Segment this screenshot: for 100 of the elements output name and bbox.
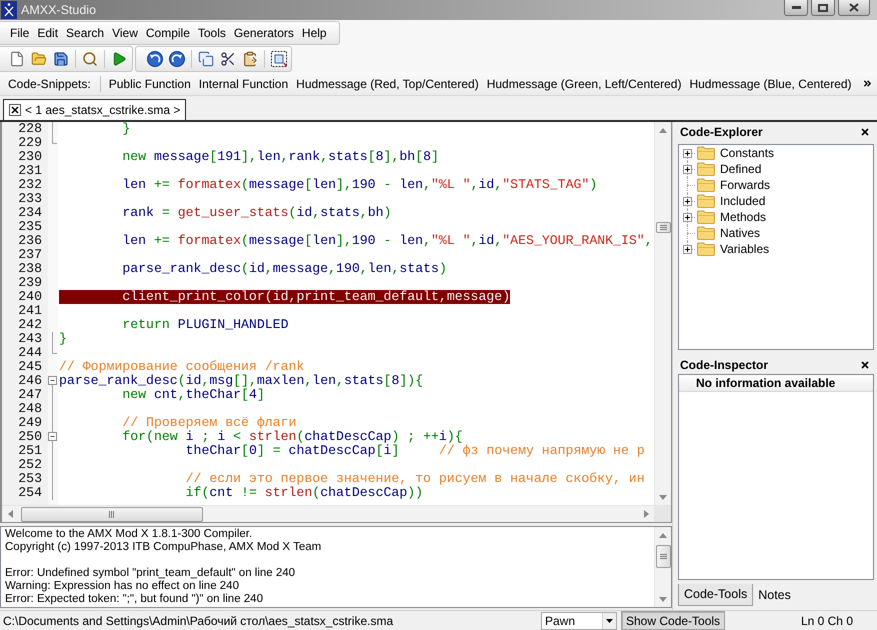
grip-icon	[660, 224, 666, 230]
menu-item[interactable]: Tools	[194, 24, 230, 42]
tree-item[interactable]: Included	[720, 192, 766, 210]
line-number: 233	[18, 192, 42, 206]
vertical-scrollbar[interactable]	[654, 122, 671, 505]
redo-icon[interactable]	[169, 50, 185, 66]
snippet-button[interactable]: Hudmessage (Blue, Centered)	[685, 74, 856, 92]
scrollbar-thumb[interactable]	[656, 545, 670, 568]
panel-tab[interactable]: Code-Tools	[678, 584, 754, 606]
menu-item[interactable]: Help	[298, 24, 331, 42]
scroll-left-icon[interactable]	[6, 509, 14, 519]
close-icon[interactable]	[860, 360, 870, 370]
grip-icon	[109, 510, 115, 518]
line-number: 242	[18, 318, 42, 332]
output-line: Welcome to the AMX Mod X 1.8.1-300 Compiler.	[5, 528, 252, 541]
tree-item[interactable]: Constants	[720, 144, 774, 162]
menu-item[interactable]: View	[108, 24, 142, 42]
line-number: 248	[18, 402, 42, 416]
save-icon[interactable]	[53, 50, 69, 66]
window-title: AMXX-Studio	[21, 2, 96, 19]
scroll-right-icon[interactable]	[642, 509, 650, 519]
line-number: 231	[18, 164, 42, 178]
output-line: Warning: Expression has no effect on line 240	[5, 580, 239, 593]
tree-item[interactable]: Variables	[720, 240, 770, 258]
output-line: Copyright (c) 1997-2013 ITB CompuPhase, AMX Mod X Team	[5, 541, 322, 554]
select-all-icon[interactable]	[271, 50, 287, 66]
snippet-button[interactable]: Hudmessage (Red, Top/Centered)	[292, 74, 483, 92]
chevrons-right-icon[interactable]	[862, 78, 873, 89]
maximize-button[interactable]	[811, 0, 835, 16]
expand-icon[interactable]	[683, 244, 692, 254]
language-select[interactable]: Pawn	[541, 612, 617, 630]
tree-item[interactable]: Methods	[720, 208, 766, 226]
line-number: 240	[18, 290, 42, 304]
show-code-tools-button[interactable]: Show Code-Tools	[621, 611, 726, 630]
maximize-icon	[818, 4, 828, 12]
code-line: len += formatex(message[len],190 - len,"%L ",id,"STATS_TAG")	[122, 178, 598, 192]
expand-icon[interactable]	[683, 148, 692, 158]
code-editor[interactable]	[0, 122, 672, 523]
copy-icon[interactable]	[198, 50, 214, 66]
folder-icon	[697, 210, 715, 224]
dropdown-arrow-icon	[606, 618, 613, 622]
code-line: client_print_color(id,print_team_default,message)	[122, 290, 510, 304]
tree-item[interactable]: Defined	[720, 160, 762, 178]
line-number: 235	[18, 220, 42, 234]
tree-item[interactable]: Natives	[720, 224, 760, 242]
code-line: new cnt,theChar[4]	[122, 388, 265, 402]
close-icon[interactable]	[9, 104, 21, 116]
folder-icon	[697, 226, 715, 240]
scroll-up-icon[interactable]	[658, 126, 668, 134]
scrollbar-thumb[interactable]	[21, 506, 203, 522]
line-number: 253	[18, 472, 42, 486]
scroll-down-icon[interactable]	[658, 596, 668, 602]
line-number: 249	[18, 416, 42, 430]
panel-tab[interactable]: Notes	[753, 584, 796, 606]
toolbar-label: Code-Snippets:	[8, 76, 91, 92]
expand-icon[interactable]	[683, 212, 692, 222]
menu-item[interactable]: Search	[62, 24, 108, 42]
snippet-button[interactable]: Internal Function	[194, 74, 292, 92]
code-line: }	[122, 122, 130, 136]
fold-corner	[52, 346, 57, 354]
line-number: 243	[18, 332, 42, 346]
play-icon[interactable]	[111, 50, 127, 66]
new-file-icon[interactable]	[9, 50, 25, 66]
code-line: }	[59, 332, 67, 346]
close-button[interactable]	[838, 0, 870, 16]
tree-item[interactable]: Forwards	[720, 176, 770, 194]
editor-tab[interactable]: < 1 aes_statsx_cstrike.sma >	[3, 99, 186, 120]
line-number: 250	[18, 430, 42, 444]
line-number: 230	[18, 150, 42, 164]
snippet-button[interactable]: Public Function	[104, 74, 195, 92]
close-icon[interactable]	[860, 127, 870, 137]
collapse-icon[interactable]	[48, 376, 57, 385]
expand-icon[interactable]	[683, 164, 692, 174]
search-icon[interactable]	[82, 50, 98, 66]
line-number: 247	[18, 388, 42, 402]
code-line: return PLUGIN_HANDLED	[122, 318, 289, 332]
undo-icon[interactable]	[147, 50, 163, 66]
code-line: rank = get_user_stats(id,stats,bh)	[122, 206, 392, 220]
cut-icon[interactable]	[220, 50, 236, 66]
code-line: new message[191],len,rank,stats[8],bh[8]	[122, 150, 439, 164]
menu-item[interactable]: Edit	[33, 24, 62, 42]
minimize-button[interactable]	[784, 0, 808, 16]
open-folder-icon[interactable]	[31, 50, 47, 66]
scroll-up-icon[interactable]	[658, 532, 668, 538]
folder-icon	[697, 146, 715, 160]
scroll-down-icon[interactable]	[658, 494, 668, 500]
line-number: 229	[18, 136, 42, 150]
line-number: 251	[18, 444, 42, 458]
menu-item[interactable]: Generators	[230, 24, 298, 42]
expand-icon[interactable]	[683, 196, 692, 206]
folder-icon	[697, 178, 715, 192]
menu-item[interactable]: Compile	[142, 24, 194, 42]
collapse-icon[interactable]	[48, 432, 57, 441]
snippet-button[interactable]: Hudmessage (Green, Left/Centered)	[482, 74, 686, 92]
menu-item[interactable]: File	[6, 24, 34, 42]
vertical-scrollbar[interactable]	[654, 527, 671, 607]
paste-icon[interactable]	[242, 50, 258, 66]
output-line: Error: Expected token: ";", but found ")" on line 240	[5, 593, 263, 606]
scrollbar-thumb[interactable]	[656, 222, 670, 233]
code-line: for(new i ; i < strlen(chatDescCap) ; ++i){	[122, 430, 463, 444]
